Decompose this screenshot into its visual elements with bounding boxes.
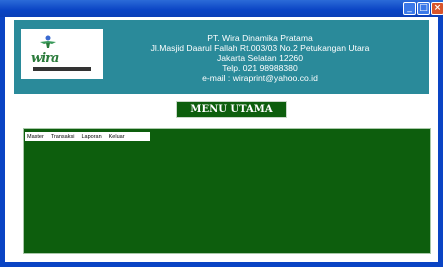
menu-title-label: MENU UTAMA xyxy=(176,101,287,118)
minimize-icon[interactable]: _ xyxy=(403,2,416,15)
menu-item-transaksi[interactable]: Transaksi xyxy=(51,134,75,140)
company-logo: wira xyxy=(21,29,103,79)
maximize-icon[interactable]: □ xyxy=(417,2,430,15)
company-email: e-mail : wiraprint@yahoo.co.id xyxy=(202,73,318,83)
application-window: _ □ × wira PT. Wira Dinamika Pratama Jl.… xyxy=(0,0,443,267)
company-phone: Telp. 021 98988380 xyxy=(222,63,298,73)
main-menubar: Master Transaksi Laporan Keluar xyxy=(25,132,150,141)
close-icon[interactable]: × xyxy=(431,2,443,15)
window-frame-bottom xyxy=(0,262,443,267)
company-info: PT. Wira Dinamika Pratama Jl.Masjid Daar… xyxy=(110,33,410,83)
menu-item-keluar[interactable]: Keluar xyxy=(109,134,125,140)
logo-figure-icon xyxy=(40,35,56,48)
logo-tagline-bar xyxy=(33,67,91,71)
main-panel xyxy=(23,128,431,254)
window-frame-right xyxy=(438,17,443,267)
menu-item-laporan[interactable]: Laporan xyxy=(81,134,101,140)
company-city: Jakarta Selatan 12260 xyxy=(216,53,303,63)
company-name: PT. Wira Dinamika Pratama xyxy=(207,33,313,43)
menu-item-master[interactable]: Master xyxy=(27,134,44,140)
company-address: Jl.Masjid Daarul Fallah Rt.003/03 No.2 P… xyxy=(150,43,370,53)
logo-wordmark: wira xyxy=(31,51,59,66)
title-bar[interactable]: _ □ × xyxy=(0,0,443,17)
